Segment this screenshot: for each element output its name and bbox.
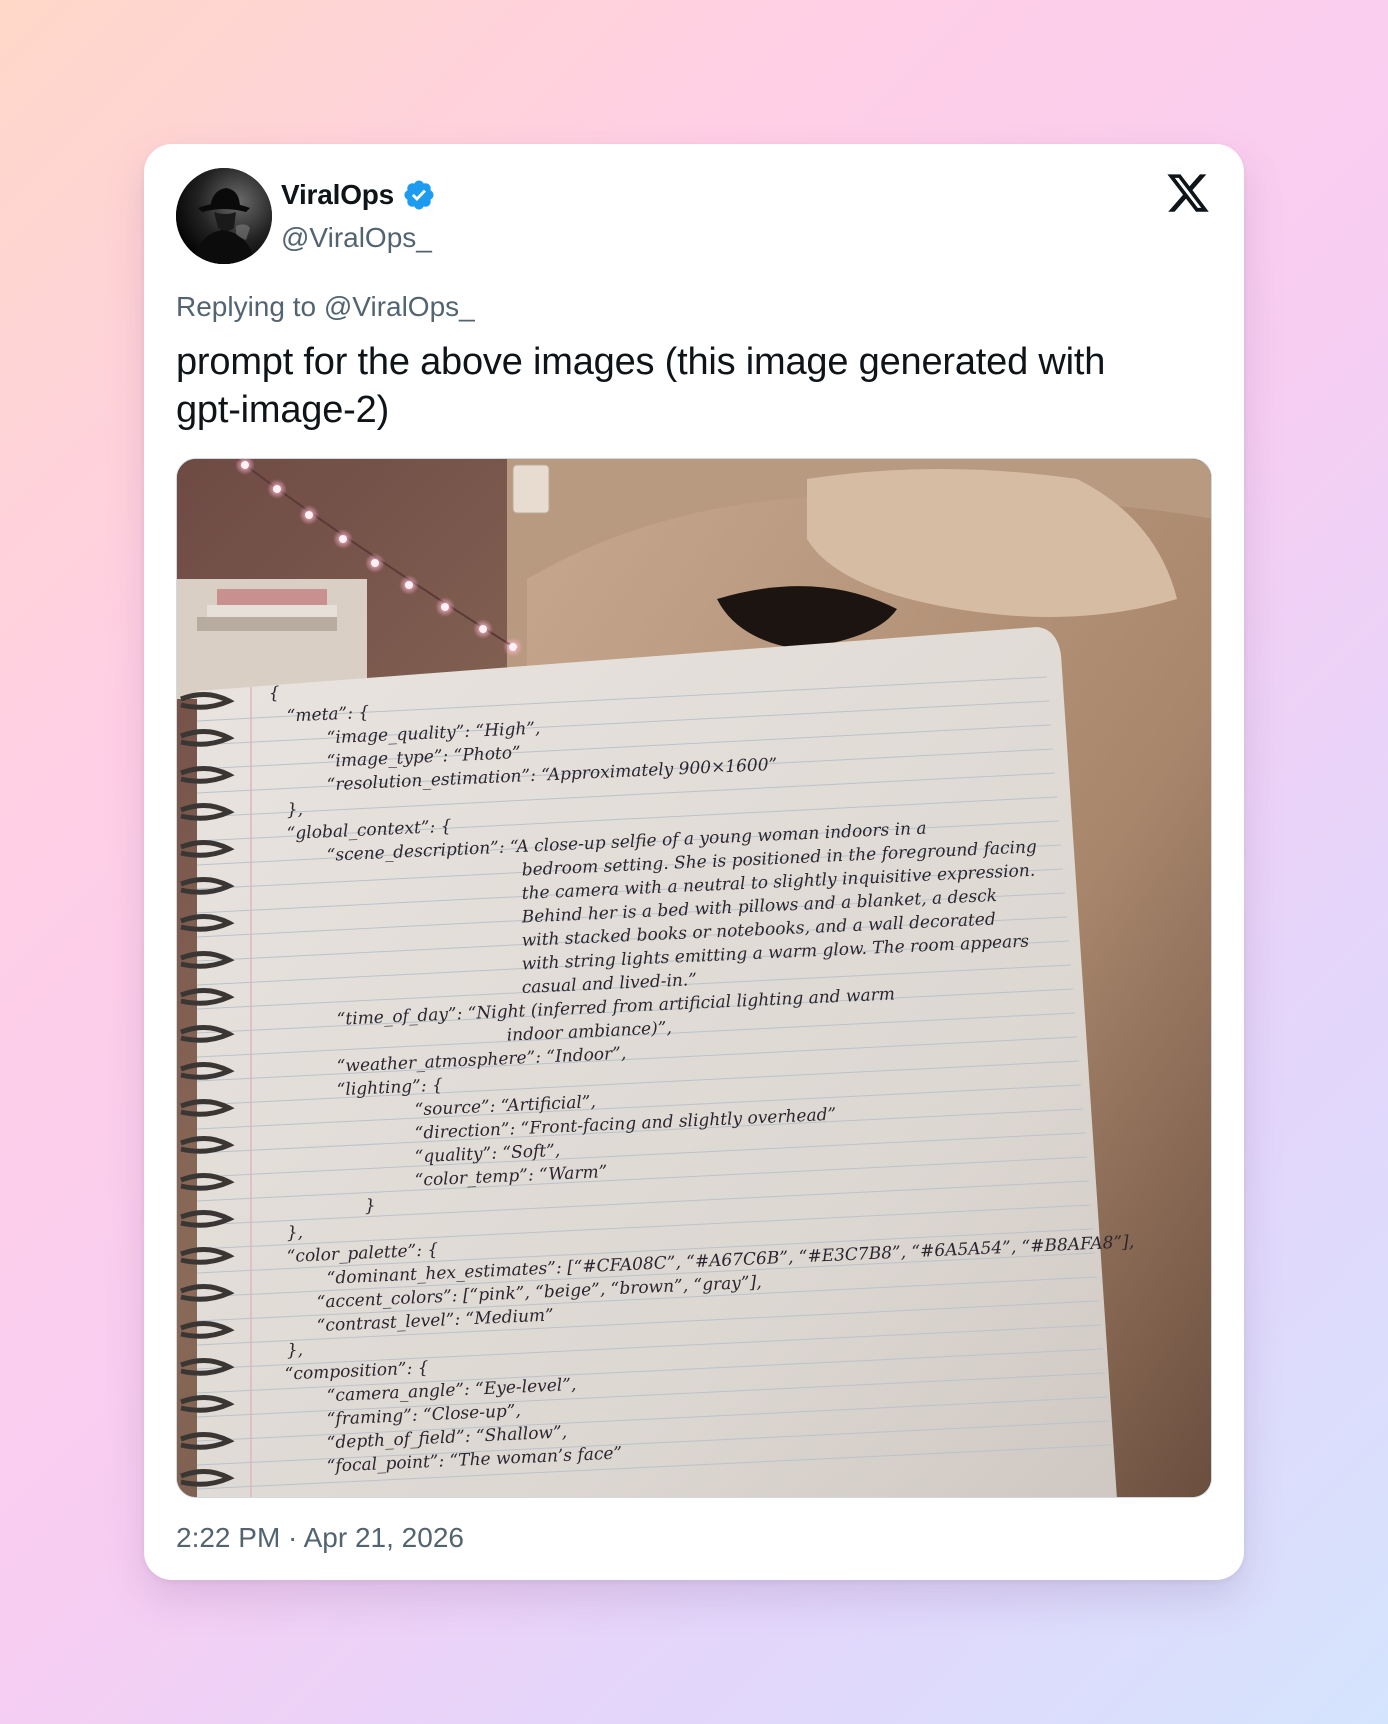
author-handle[interactable]: @ViralOps_ <box>281 222 432 254</box>
notebook-line: }, <box>286 1223 303 1244</box>
notebook-line: “meta”: { <box>286 703 369 727</box>
replying-to: Replying to @ViralOps_ <box>176 291 475 323</box>
replying-to-handle[interactable]: @ViralOps_ <box>324 291 475 322</box>
notebook-line: } <box>364 1196 376 1216</box>
notebook-photo: {“meta”: {“image_quality”: “High”,“image… <box>177 459 1211 1497</box>
x-logo-icon[interactable] <box>1165 170 1211 216</box>
notebook-line: { <box>268 683 280 703</box>
avatar[interactable] <box>176 168 272 264</box>
tweet-timestamp[interactable]: 2:22 PM · Apr 21, 2026 <box>176 1522 464 1554</box>
replying-to-label: Replying to <box>176 291 317 322</box>
notebook-line: }, <box>286 1340 303 1361</box>
avatar-silhouette-icon <box>176 168 272 264</box>
tweet-card: ViralOps @ViralOps_ Replying to @ViralOp… <box>144 144 1244 1580</box>
verified-badge-icon <box>404 180 434 210</box>
author-display-name[interactable]: ViralOps <box>281 179 394 211</box>
tweet-media-photo[interactable]: {“meta”: {“image_quality”: “High”, “image… <box>176 458 1212 1498</box>
author-name-row: ViralOps <box>281 178 436 212</box>
tweet-text: prompt for the above images (this image … <box>176 341 1106 431</box>
notebook-line: }, <box>286 800 303 821</box>
